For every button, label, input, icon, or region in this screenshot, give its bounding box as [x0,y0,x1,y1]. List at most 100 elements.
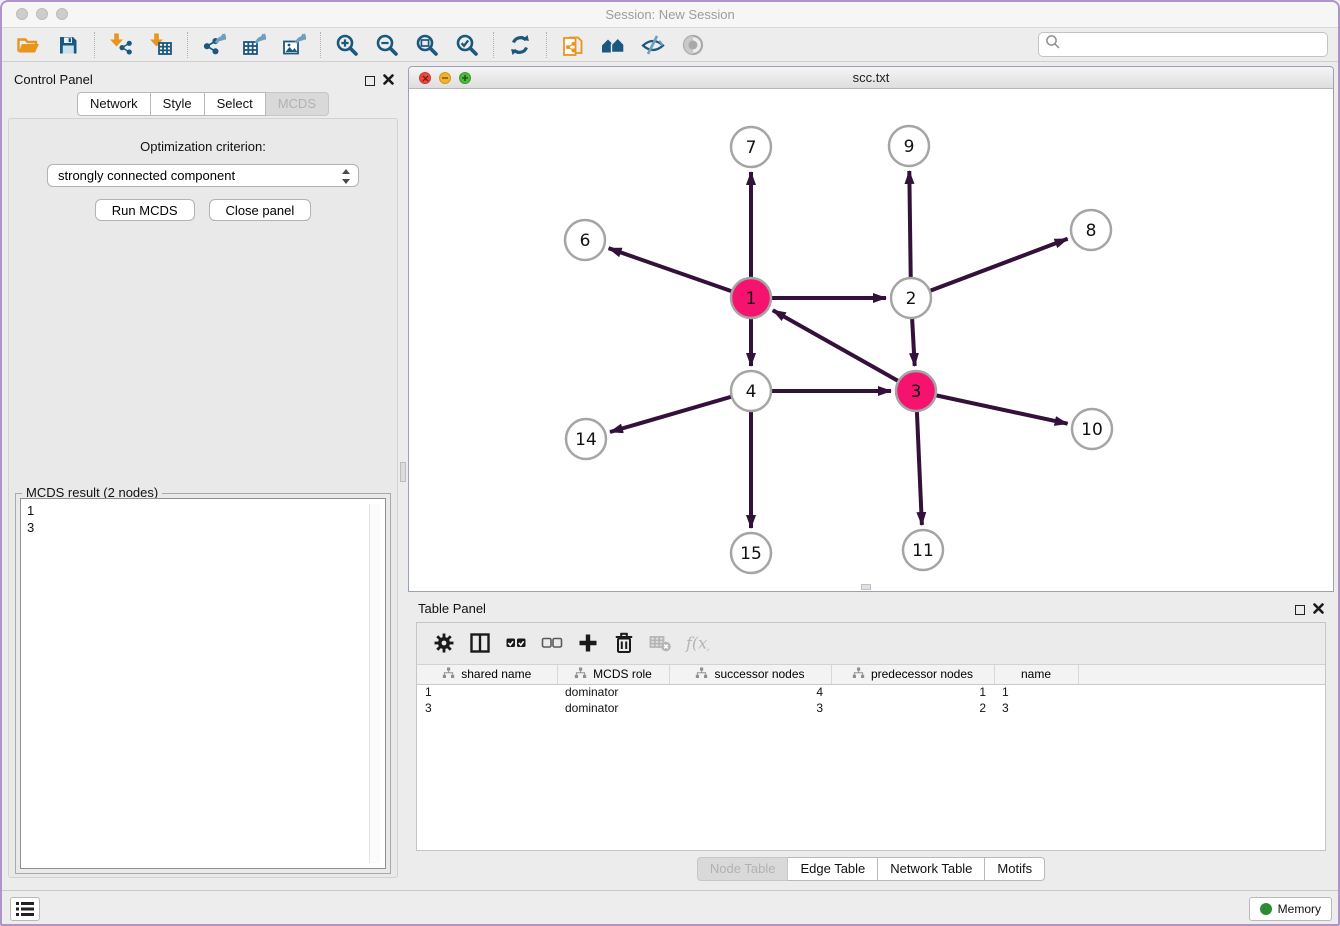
network-window-title: scc.txt [409,70,1333,85]
hide-eye-icon[interactable] [638,30,668,60]
plus-icon[interactable] [571,631,607,657]
network-graph[interactable]: 7 9 6 8 1 2 4 3 14 10 15 11 [409,89,1333,591]
cell-name[interactable]: 1 [994,684,1078,700]
node-2[interactable]: 2 [891,278,931,318]
toolbar-separator [546,32,547,58]
zoom-out-icon[interactable] [372,30,402,60]
mcds-result-groupbox: MCDS result (2 nodes) 1 3 [15,493,391,874]
tab-node-table[interactable]: Node Table [697,857,789,881]
task-history-button[interactable] [10,897,40,921]
mcds-result-text[interactable]: 1 3 [20,498,386,869]
node-3[interactable]: 3 [896,371,936,411]
vertical-splitter-handle[interactable] [400,462,406,482]
delete-table-icon [643,631,679,657]
table-row[interactable]: 1dominator411 [417,684,1325,700]
network-window-titlebar[interactable]: scc.txt [409,67,1333,89]
mcds-panel: Optimization criterion: strongly connect… [8,118,398,878]
zoom-selected-icon[interactable] [452,30,482,60]
tab-mcds[interactable]: MCDS [266,92,329,116]
export-network-icon[interactable] [199,30,229,60]
edge-3-10[interactable] [916,391,1068,424]
svg-text:10: 10 [1081,420,1103,440]
edge-4-14[interactable] [610,391,751,432]
select-all-icon[interactable] [499,631,535,657]
search-input[interactable] [1061,35,1327,55]
tree-icon [852,667,865,682]
cell-name[interactable]: 3 [994,700,1078,716]
svg-text:14: 14 [575,430,597,450]
control-panel-title: Control Panel [14,72,93,87]
tab-motifs[interactable]: Motifs [985,857,1045,881]
column-header-name[interactable]: name [994,665,1078,684]
control-panel-close-icon[interactable] [383,72,394,90]
memory-button[interactable]: Memory [1249,897,1332,921]
node-9[interactable]: 9 [889,126,929,166]
horizontal-splitter-handle[interactable] [861,584,871,590]
status-bar: Memory [0,890,1340,926]
refresh-icon[interactable] [505,30,535,60]
cell-MCDS-role[interactable]: dominator [557,700,669,716]
node-15[interactable]: 15 [731,533,771,573]
node-table[interactable]: shared nameMCDS rolesuccessor nodesprede… [417,665,1325,716]
app-title-bar: Session: New Session [0,0,1340,28]
node-7[interactable]: 7 [731,127,771,167]
zoom-fit-icon[interactable] [412,30,442,60]
clone-network-icon[interactable] [558,30,588,60]
toolbar-separator [187,32,188,58]
run-mcds-button[interactable]: Run MCDS [95,199,195,221]
cell-successor-nodes[interactable]: 3 [669,700,831,716]
node-10[interactable]: 10 [1072,409,1112,449]
function-icon: f(x) [679,631,715,657]
import-table-icon[interactable] [146,30,176,60]
close-panel-button[interactable]: Close panel [209,199,312,221]
home-icon[interactable] [598,30,628,60]
network-window: scc.txt 7 9 6 8 1 2 4 3 14 10 15 11 [408,66,1334,592]
save-icon[interactable] [53,30,83,60]
node-1[interactable]: 1 [731,278,771,318]
result-scrollbar[interactable] [369,504,380,863]
network-canvas[interactable]: 7 9 6 8 1 2 4 3 14 10 15 11 [409,89,1333,591]
table-toolbar: f(x) [417,623,1325,665]
node-6[interactable]: 6 [565,220,605,260]
table-panel-close-icon[interactable] [1313,601,1324,619]
deselect-all-icon[interactable] [535,631,571,657]
node-4[interactable]: 4 [731,371,771,411]
search-box[interactable] [1038,32,1328,57]
node-8[interactable]: 8 [1071,210,1111,250]
tab-style[interactable]: Style [151,92,205,116]
edge-1-6[interactable] [609,248,751,298]
table-panel-float-icon[interactable] [1295,605,1305,615]
tab-network[interactable]: Network [77,92,151,116]
column-header-predecessor-nodes[interactable]: predecessor nodes [831,665,994,684]
zoom-in-icon[interactable] [332,30,362,60]
tab-edge-table[interactable]: Edge Table [788,857,878,881]
node-11[interactable]: 11 [903,530,943,570]
criterion-dropdown[interactable]: strongly connected component [47,164,359,187]
tab-select[interactable]: Select [205,92,266,116]
table-row[interactable]: 3dominator323 [417,700,1325,716]
gear-icon[interactable] [427,631,463,657]
column-header-shared-name[interactable]: shared name [417,665,557,684]
cell-predecessor-nodes[interactable]: 2 [831,700,994,716]
import-network-icon[interactable] [106,30,136,60]
column-header-MCDS-role[interactable]: MCDS role [557,665,669,684]
cell-shared-name[interactable]: 1 [417,684,557,700]
edge-2-8[interactable] [911,239,1068,298]
column-header-successor-nodes[interactable]: successor nodes [669,665,831,684]
main-toolbar [0,28,1340,62]
list-icon [15,901,35,917]
control-panel-float-icon[interactable] [365,76,375,86]
columns-icon[interactable] [463,631,499,657]
cell-predecessor-nodes[interactable]: 1 [831,684,994,700]
open-folder-icon[interactable] [13,30,43,60]
cell-MCDS-role[interactable]: dominator [557,684,669,700]
memory-label: Memory [1278,902,1321,916]
cell-shared-name[interactable]: 3 [417,700,557,716]
node-14[interactable]: 14 [566,419,606,459]
cell-successor-nodes[interactable]: 4 [669,684,831,700]
edge-3-1[interactable] [773,310,916,391]
export-image-icon[interactable] [279,30,309,60]
trash-icon[interactable] [607,631,643,657]
export-table-icon[interactable] [239,30,269,60]
tab-network-table[interactable]: Network Table [878,857,985,881]
